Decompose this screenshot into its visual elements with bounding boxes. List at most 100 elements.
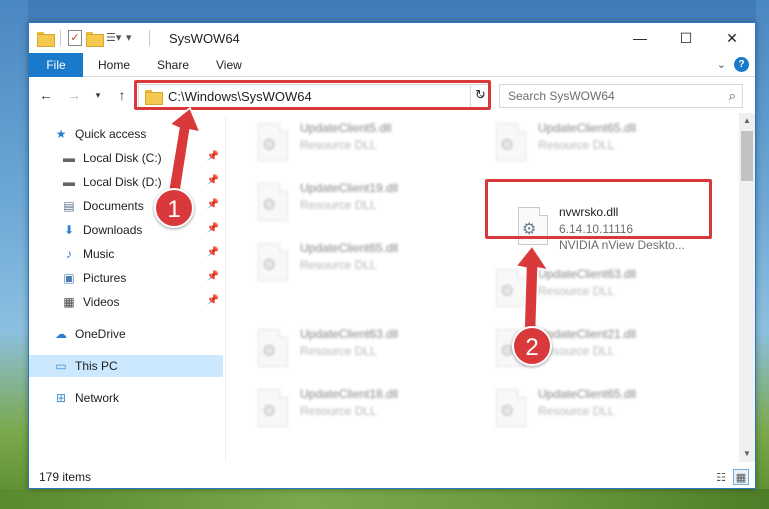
desktop-background-bottom	[0, 489, 769, 509]
file-name: UpdateClient65.dll	[538, 387, 637, 401]
nav-item-label: Downloads	[83, 223, 143, 237]
tab-file[interactable]: File	[29, 53, 83, 77]
nav-local-disk-c[interactable]: ▬ Local Disk (C:) 📌	[29, 147, 223, 169]
nav-item-label: Pictures	[83, 271, 127, 285]
maximize-button[interactable]: ☐	[663, 23, 709, 53]
nav-item-label: Videos	[83, 295, 120, 309]
drive-icon: ▬	[63, 175, 75, 189]
file-name: UpdateClient63.dll	[538, 267, 637, 281]
quick-access-toolbar: ✓ ☰▾ ▾	[37, 30, 153, 47]
back-button[interactable]: ←	[37, 85, 55, 105]
nav-quick-access[interactable]: ★ Quick access	[29, 123, 223, 145]
vertical-scrollbar[interactable]: ▲ ▼	[739, 113, 755, 462]
file-description: Resource DLL	[300, 344, 377, 358]
minimize-button[interactable]: —	[617, 23, 663, 53]
file-item[interactable]: ⚙ UpdateClient65.dll Resource DLL	[248, 237, 478, 287]
pin-icon[interactable]: 📌	[207, 295, 219, 306]
file-name: UpdateClient65.dll	[300, 241, 399, 255]
pin-icon[interactable]: 📌	[207, 271, 219, 282]
new-folder-icon[interactable]	[86, 31, 104, 47]
file-item[interactable]: ⚙ UpdateClient19.dll Resource DLL	[248, 177, 478, 227]
nav-local-disk-d[interactable]: ▬ Local Disk (D:) 📌	[29, 171, 223, 193]
network-icon: ⊞	[55, 391, 67, 405]
address-path[interactable]: C:\Windows\SysWOW64	[168, 89, 312, 104]
nav-onedrive[interactable]: ☁ OneDrive	[29, 323, 223, 345]
tab-view[interactable]: View	[204, 53, 254, 77]
file-item-nvwrsko[interactable]: ⚙ nvwrsko.dll 6.14.10.11116 NVIDIA nView…	[512, 203, 712, 259]
file-name: UpdateClient5.dll	[300, 121, 392, 135]
nav-item-label: Documents	[83, 199, 144, 213]
recent-locations-button[interactable]: ▾	[89, 85, 107, 105]
customize-toolbar-icon[interactable]: ☰▾	[106, 31, 122, 45]
scroll-thumb[interactable]	[741, 131, 753, 181]
scroll-up-arrow-icon[interactable]: ▲	[739, 113, 755, 129]
search-box[interactable]: ⌕	[499, 84, 743, 108]
toolbar-dropdown-icon[interactable]: ▾	[126, 31, 142, 45]
nav-downloads[interactable]: ⬇ Downloads 📌	[29, 219, 223, 241]
window-title: SysWOW64	[169, 31, 240, 46]
gear-icon: ⚙	[262, 197, 277, 214]
caption-buttons: — ☐ ✕	[617, 23, 755, 53]
nav-this-pc[interactable]: ▭ This PC	[29, 355, 223, 377]
gear-icon: ⚙	[262, 257, 277, 274]
ribbon-right-controls: ⌄ ?	[717, 57, 749, 72]
search-icon[interactable]: ⌕	[729, 88, 736, 104]
refresh-button[interactable]: ↻	[470, 84, 490, 108]
gear-icon: ⚙	[522, 221, 537, 238]
tiles-view-icon[interactable]: ▦	[733, 469, 749, 485]
search-input[interactable]	[508, 87, 708, 105]
gear-icon: ⚙	[262, 343, 277, 360]
file-version: 6.14.10.11116	[559, 222, 634, 236]
pictures-icon: ▣	[63, 271, 75, 285]
nav-item-label: Local Disk (D:)	[83, 175, 162, 189]
file-name: UpdateClient65.dll	[538, 121, 637, 135]
ribbon-tabs: File Home Share View ⌄ ?	[29, 53, 755, 77]
desktop-background-right	[756, 0, 769, 509]
file-item[interactable]: ⚙ UpdateClient5.dll Resource DLL	[248, 117, 478, 167]
file-name: UpdateClient63.dll	[300, 327, 399, 341]
forward-button[interactable]: →	[65, 85, 83, 105]
pin-icon[interactable]: 📌	[207, 247, 219, 258]
file-description: NVIDIA nView Deskto...	[559, 238, 685, 252]
nav-music[interactable]: ♪ Music 📌	[29, 243, 223, 265]
pin-icon[interactable]: 📌	[207, 199, 219, 210]
tab-home[interactable]: Home	[86, 53, 142, 77]
file-item[interactable]: ⚙ UpdateClient65.dll Resource DLL	[486, 383, 716, 433]
file-item[interactable]: ⚙ UpdateClient18.dll Resource DLL	[248, 383, 478, 433]
file-item[interactable]: ⚙ UpdateClient63.dll Resource DLL	[248, 323, 478, 373]
step-1-badge: 1	[154, 188, 194, 228]
up-button[interactable]: ↑	[113, 85, 131, 105]
nav-item-label: This PC	[75, 359, 118, 373]
help-icon[interactable]: ?	[734, 57, 749, 72]
expand-ribbon-chevron-icon[interactable]: ⌄	[717, 58, 726, 71]
toolbar-divider	[60, 30, 61, 46]
view-toggle: ☷ ▦	[713, 469, 749, 485]
cloud-icon: ☁	[55, 327, 67, 341]
nav-network[interactable]: ⊞ Network	[29, 387, 223, 409]
nav-item-label: Network	[75, 391, 120, 405]
file-item[interactable]: ⚙ UpdateClient65.dll Resource DLL	[486, 117, 716, 167]
file-description: Resource DLL	[300, 198, 377, 212]
gear-icon: ⚙	[500, 403, 515, 420]
details-view-icon[interactable]: ☷	[713, 469, 729, 485]
pin-icon[interactable]: 📌	[207, 175, 219, 186]
tab-share[interactable]: Share	[145, 53, 201, 77]
file-description: Resource DLL	[300, 138, 377, 152]
videos-icon: ▦	[63, 295, 75, 309]
file-description: Resource DLL	[538, 138, 615, 152]
properties-check-icon[interactable]: ✓	[68, 30, 82, 46]
nav-videos[interactable]: ▦ Videos 📌	[29, 291, 223, 313]
music-icon: ♪	[66, 247, 72, 261]
documents-icon: ▤	[63, 199, 75, 213]
file-name: UpdateClient19.dll	[300, 181, 399, 195]
scroll-down-arrow-icon[interactable]: ▼	[739, 446, 755, 462]
nav-pictures[interactable]: ▣ Pictures 📌	[29, 267, 223, 289]
file-item[interactable]: ⚙ UpdateClient63.dll Resource DLL	[486, 263, 716, 313]
computer-icon: ▭	[55, 359, 67, 373]
title-bar: ✓ ☰▾ ▾ SysWOW64 — ☐ ✕	[29, 23, 755, 53]
pin-icon[interactable]: 📌	[207, 151, 219, 162]
folder-icon	[37, 31, 55, 47]
close-button[interactable]: ✕	[709, 23, 755, 53]
pin-icon[interactable]: 📌	[207, 223, 219, 234]
address-bar[interactable]: C:\Windows\SysWOW64 ⌄	[138, 84, 491, 108]
